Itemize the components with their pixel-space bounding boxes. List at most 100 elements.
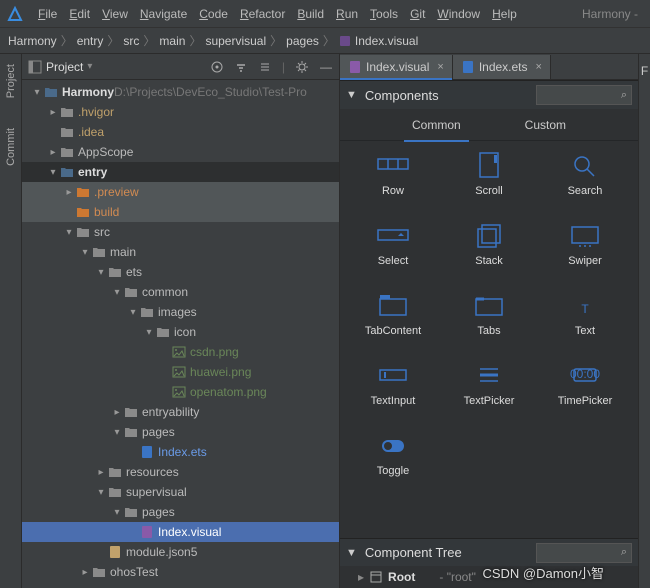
components-search[interactable]: ⌕ <box>536 85 632 105</box>
crumb-3[interactable]: main <box>159 34 185 48</box>
locate-icon[interactable] <box>210 60 224 74</box>
tree-node-entryability[interactable]: ▸entryability <box>22 402 339 422</box>
search-icon[interactable]: ⌕ <box>621 546 627 559</box>
menu-window[interactable]: Window <box>431 5 486 23</box>
menu-navigate[interactable]: Navigate <box>134 5 193 23</box>
component-scroll[interactable]: Scroll <box>446 151 532 197</box>
tree-node-hvigor[interactable]: ▸.hvigor <box>22 102 339 122</box>
menu-run[interactable]: Run <box>330 5 364 23</box>
component-tree-search[interactable]: ⌕ <box>536 543 632 563</box>
search-icon[interactable]: ⌕ <box>621 89 627 102</box>
tree-node-indexets[interactable]: Index.ets <box>22 442 339 462</box>
tree-node-idea[interactable]: .idea <box>22 122 339 142</box>
tree-node-build[interactable]: build <box>22 202 339 222</box>
component-textpicker[interactable]: TextPicker <box>446 361 532 407</box>
tab-indexvisual[interactable]: Index.visual× <box>340 55 453 79</box>
search-icon <box>568 151 602 179</box>
hide-icon[interactable]: — <box>319 60 333 74</box>
tree-node-huaweipng[interactable]: huawei.png <box>22 362 339 382</box>
close-icon[interactable]: × <box>536 61 542 73</box>
img-icon <box>172 366 186 378</box>
tree-node-appscope[interactable]: ▸AppScope <box>22 142 339 162</box>
crumb-2[interactable]: src <box>123 34 139 48</box>
folder-icon <box>60 106 74 118</box>
timepicker-icon: 00:00 <box>568 361 602 389</box>
menu-view[interactable]: View <box>96 5 134 23</box>
tree-node-harmony[interactable]: ▾Harmony D:\Projects\DevEco_Studio\Test-… <box>22 82 339 102</box>
tree-node-icon[interactable]: ▾icon <box>22 322 339 342</box>
tree-node-resources[interactable]: ▸resources <box>22 462 339 482</box>
folder-icon <box>108 486 122 498</box>
caret-icon: ▾ <box>110 287 124 298</box>
side-tabs: Project Commit <box>0 54 22 588</box>
tree-node-ets[interactable]: ▾ets <box>22 262 339 282</box>
component-select[interactable]: Select <box>350 221 436 267</box>
component-textinput[interactable]: TextInput <box>350 361 436 407</box>
folder-icon <box>124 406 138 418</box>
crumb-0[interactable]: Harmony <box>8 34 57 48</box>
crumb-4[interactable]: supervisual <box>205 34 266 48</box>
component-timepicker[interactable]: 00:00TimePicker <box>542 361 628 407</box>
crumb-6[interactable]: Index.visual <box>339 34 418 48</box>
crumb-5[interactable]: pages <box>286 34 319 48</box>
tab-common[interactable]: Common <box>404 114 469 136</box>
app-icon <box>6 5 24 23</box>
tree-node-pages[interactable]: ▾pages <box>22 422 339 442</box>
tab-custom[interactable]: Custom <box>517 114 574 136</box>
editor-area: Index.visual×Index.ets× ▼ Components ⌕ C… <box>340 54 638 588</box>
project-panel-title: Project ▾ <box>28 60 92 74</box>
search-input[interactable] <box>541 89 621 101</box>
menu-git[interactable]: Git <box>404 5 431 23</box>
component-search[interactable]: Search <box>542 151 628 197</box>
tree-node-common[interactable]: ▾common <box>22 282 339 302</box>
menu-edit[interactable]: Edit <box>63 5 96 23</box>
folder-icon <box>124 506 138 518</box>
tree-node-src[interactable]: ▾src <box>22 222 339 242</box>
tree-node-modulejson5[interactable]: module.json5 <box>22 542 339 562</box>
caret-icon: ▾ <box>94 487 108 498</box>
caret-icon: ▾ <box>110 507 124 518</box>
search-input[interactable] <box>541 547 621 559</box>
tree-node-ohostest[interactable]: ▸ohosTest <box>22 562 339 582</box>
close-icon[interactable]: × <box>437 61 443 73</box>
root-label: Root <box>388 570 415 584</box>
component-toggle[interactable]: Toggle <box>350 431 436 477</box>
component-stack[interactable]: Stack <box>446 221 532 267</box>
component-swiper[interactable]: Swiper <box>542 221 628 267</box>
tree-node-pages[interactable]: ▾pages <box>22 502 339 522</box>
component-tabs[interactable]: Tabs <box>446 291 532 337</box>
tree-node-main[interactable]: ▾main <box>22 242 339 262</box>
caret-icon: ▾ <box>30 87 44 98</box>
menu-file[interactable]: File <box>32 5 63 23</box>
ets-icon <box>140 446 154 458</box>
expand-icon[interactable] <box>234 60 248 74</box>
sidetab-commit[interactable]: Commit <box>5 124 17 170</box>
menu-tools[interactable]: Tools <box>364 5 404 23</box>
menu-bar: FileEditViewNavigateCodeRefactorBuildRun… <box>0 0 650 28</box>
collapse-icon[interactable]: ▼ <box>346 89 357 101</box>
tree-node-openatompng[interactable]: openatom.png <box>22 382 339 402</box>
tree-node-images[interactable]: ▾images <box>22 302 339 322</box>
folder-icon <box>124 286 138 298</box>
component-row[interactable]: Row <box>350 151 436 197</box>
menu-refactor[interactable]: Refactor <box>234 5 291 23</box>
tab-indexets[interactable]: Index.ets× <box>453 55 551 79</box>
crumb-1[interactable]: entry <box>77 34 104 48</box>
gear-icon[interactable] <box>295 60 309 74</box>
menu-code[interactable]: Code <box>193 5 234 23</box>
tree-node-preview[interactable]: ▸.preview <box>22 182 339 202</box>
tree-node-entry[interactable]: ▾entry <box>22 162 339 182</box>
tree-node-supervisual[interactable]: ▾supervisual <box>22 482 339 502</box>
component-text[interactable]: TText <box>542 291 628 337</box>
caret-icon: ▸ <box>46 107 60 118</box>
folder-icon <box>156 326 170 338</box>
sidetab-project[interactable]: Project <box>5 60 17 102</box>
tree-node-indexvisual[interactable]: Index.visual <box>22 522 339 542</box>
menu-help[interactable]: Help <box>486 5 523 23</box>
component-tabcontent[interactable]: TabContent <box>350 291 436 337</box>
collapse-icon[interactable] <box>258 60 272 74</box>
tree-node-csdnpng[interactable]: csdn.png <box>22 342 339 362</box>
collapse-icon[interactable]: ▼ <box>346 547 357 559</box>
tabcontent-icon <box>376 291 410 319</box>
menu-build[interactable]: Build <box>291 5 330 23</box>
